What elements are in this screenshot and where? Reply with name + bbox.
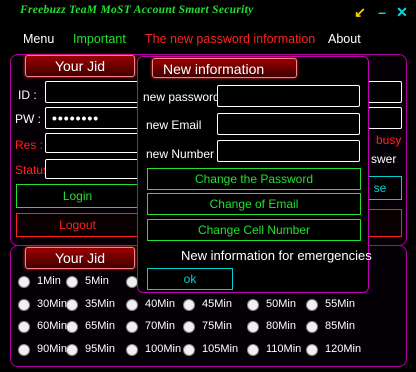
timer-radio-label: 40Min <box>145 298 175 310</box>
timer-radio[interactable] <box>306 321 318 333</box>
timer-panel-header: Your Jid <box>25 247 135 269</box>
menu-about[interactable]: About <box>328 32 361 46</box>
timer-radio[interactable] <box>306 344 318 356</box>
timer-radio[interactable] <box>126 321 138 333</box>
timer-radio[interactable] <box>126 299 138 311</box>
app-title: Freebuzz TeaM MoST Account Smart Securit… <box>20 4 254 16</box>
timer-radio[interactable] <box>18 344 30 356</box>
timer-radio[interactable] <box>306 299 318 311</box>
timer-radio-label: 90Min <box>37 343 67 355</box>
minimize-icon[interactable]: – <box>373 3 391 21</box>
ok-button[interactable]: ok <box>147 268 233 290</box>
change-password-button[interactable]: Change the Password <box>147 168 361 190</box>
res-label: Res : <box>15 138 44 152</box>
status-input[interactable] <box>45 159 145 179</box>
timer-radio-label: 80Min <box>266 320 296 332</box>
id-label: ID : <box>18 88 37 102</box>
timer-radio-label: 60Min <box>37 320 67 332</box>
timer-radio[interactable] <box>18 321 30 333</box>
status-label: Status <box>15 163 50 177</box>
close-icon[interactable]: ✕ <box>393 3 411 21</box>
timer-radio[interactable] <box>247 321 259 333</box>
answer-option[interactable]: swer <box>371 152 396 166</box>
jid-panel-header: Your Jid <box>25 55 135 77</box>
new-email-input[interactable] <box>217 113 360 135</box>
timer-radio-label: 35Min <box>85 298 115 310</box>
emergency-text: New information for emergencies <box>181 248 372 263</box>
menu-menu[interactable]: Menu <box>23 32 54 46</box>
new-number-input[interactable] <box>217 140 360 162</box>
login-button[interactable]: Login <box>16 184 139 208</box>
timer-radio-label: 100Min <box>145 343 182 355</box>
res-input[interactable] <box>45 133 145 153</box>
timer-radio[interactable] <box>18 299 30 311</box>
timer-radio-label: 45Min <box>202 298 232 310</box>
timer-radio-label: 85Min <box>325 320 355 332</box>
right-input-1[interactable] <box>368 81 402 103</box>
timer-radio-label: 1Min <box>37 275 61 287</box>
timer-radio[interactable] <box>247 344 259 356</box>
timer-radio-label: 55Min <box>325 298 355 310</box>
timer-radio[interactable] <box>183 299 195 311</box>
title-bar: Freebuzz TeaM MoST Account Smart Securit… <box>0 0 416 26</box>
logout-button[interactable]: Logout <box>16 213 139 237</box>
timer-radio[interactable] <box>18 276 30 288</box>
timer-radio-label: 110Min <box>266 343 302 355</box>
menu-important[interactable]: Important <box>73 32 126 46</box>
restore-icon[interactable]: ↙ <box>351 3 369 21</box>
change-cell-button[interactable]: Change Cell Number <box>147 219 361 241</box>
timer-radio[interactable] <box>66 299 78 311</box>
id-input[interactable] <box>45 81 145 103</box>
timer-radio-label: 95Min <box>85 343 115 355</box>
new-number-label: new Number <box>146 147 215 161</box>
timer-radio[interactable] <box>66 276 78 288</box>
timer-radio-label: 50Min <box>266 298 296 310</box>
right-input-2[interactable] <box>368 107 402 129</box>
pw-label: PW : <box>15 112 41 126</box>
new-information-dialog: New information new password new Email n… <box>137 56 372 293</box>
timer-radio-label: 65Min <box>85 320 115 332</box>
timer-radio-label: 70Min <box>145 320 175 332</box>
new-password-label: new password <box>143 90 220 104</box>
timer-radio-label: 105Min <box>202 343 239 355</box>
timer-radio-label: 120Min <box>325 343 362 355</box>
timer-radio-label: 5Min <box>85 275 109 287</box>
timer-radio[interactable] <box>66 344 78 356</box>
dialog-header: New information <box>152 58 297 78</box>
timer-radio-label: 30Min <box>37 298 67 310</box>
timer-radio[interactable] <box>183 344 195 356</box>
new-email-label: new Email <box>146 118 202 132</box>
timer-radio[interactable] <box>126 344 138 356</box>
menu-new-password-info[interactable]: The new password information <box>145 32 315 46</box>
menu-bar: Menu Important The new password informat… <box>0 26 416 50</box>
timer-radio[interactable] <box>247 299 259 311</box>
busy-option[interactable]: busy <box>376 133 401 147</box>
change-email-button[interactable]: Change of Email <box>147 193 361 215</box>
timer-radio[interactable] <box>66 321 78 333</box>
timer-radio[interactable] <box>183 321 195 333</box>
timer-radio-label: 75Min <box>202 320 232 332</box>
new-password-input[interactable] <box>217 85 360 107</box>
password-input[interactable] <box>45 107 145 129</box>
